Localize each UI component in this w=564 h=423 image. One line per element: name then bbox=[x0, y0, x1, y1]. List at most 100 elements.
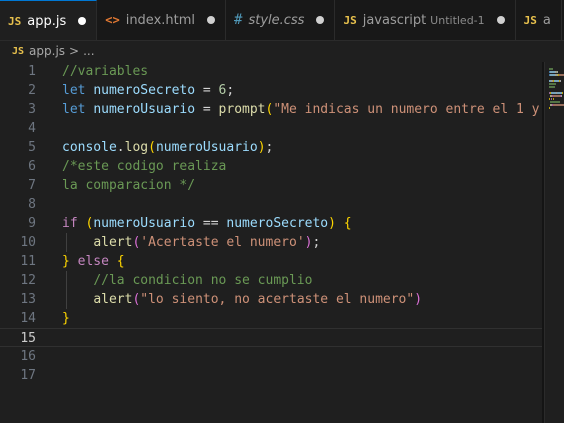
tab-label: index.html bbox=[125, 12, 196, 28]
code-line[interactable]: 4 bbox=[0, 119, 544, 138]
code-editor[interactable]: 1 //variables 2 let numeroSecreto = 6; 3 let … bbox=[0, 62, 544, 423]
code-token: } bbox=[62, 311, 70, 326]
code-token: = bbox=[195, 102, 219, 117]
code-token: la comparacion */ bbox=[62, 178, 196, 193]
minimap-token bbox=[557, 71, 558, 73]
code-token: numeroUsuario bbox=[155, 140, 258, 155]
unsaved-dot-icon[interactable] bbox=[496, 16, 505, 24]
tab-label: style.css bbox=[248, 12, 305, 28]
code-text: } else { bbox=[62, 252, 125, 271]
code-token: numeroSecreto bbox=[226, 216, 329, 231]
code-line[interactable]: 7 la comparacion */ bbox=[0, 176, 544, 195]
breadcrumb-file[interactable]: app.js bbox=[29, 44, 65, 58]
code-text: //variables bbox=[62, 62, 148, 81]
code-token: log bbox=[124, 140, 149, 155]
code-token: numeroSecreto bbox=[93, 83, 196, 98]
tab-style-css[interactable]: # style.css bbox=[226, 0, 336, 40]
code-token: ( bbox=[148, 140, 156, 155]
unsaved-dot-icon[interactable] bbox=[207, 16, 216, 24]
code-line[interactable]: 5 console.log(numeroUsuario); bbox=[0, 138, 544, 157]
code-token: else bbox=[77, 254, 109, 269]
code-token: console bbox=[62, 140, 117, 155]
code-line[interactable]: 12 //la condicion no se cumplio bbox=[0, 271, 544, 290]
code-line[interactable]: 1 //variables bbox=[0, 62, 544, 81]
code-token: numeroUsuario bbox=[93, 102, 196, 117]
minimap-token bbox=[549, 83, 556, 85]
line-number: 10 bbox=[20, 235, 36, 250]
unsaved-dot-icon[interactable] bbox=[78, 17, 87, 25]
minimap-token bbox=[549, 86, 555, 88]
line-number: 5 bbox=[28, 140, 36, 155]
line-number: 7 bbox=[28, 178, 36, 193]
code-text: la comparacion */ bbox=[62, 176, 195, 195]
code-line[interactable]: 6 /*este codigo realiza bbox=[0, 157, 544, 176]
code-line[interactable]: 3 let numeroUsuario = prompt("Me indicas … bbox=[0, 100, 544, 119]
breadcrumb-symbol[interactable]: ... bbox=[83, 44, 94, 58]
tab-label: a bbox=[542, 12, 551, 28]
code-token: if bbox=[62, 216, 86, 231]
code-line[interactable]: 14} bbox=[0, 309, 544, 328]
css-file-icon: # bbox=[234, 12, 243, 28]
code-line[interactable]: 16 bbox=[0, 347, 544, 366]
line-number: 9 bbox=[28, 216, 36, 231]
code-token: //la condicion no se cumplio bbox=[93, 273, 313, 288]
line-number: 8 bbox=[28, 197, 36, 212]
line-number: 15 bbox=[20, 331, 36, 346]
line-number: 17 bbox=[20, 368, 36, 383]
line-number: 4 bbox=[28, 121, 36, 136]
code-text: let numeroSecreto = 6; bbox=[62, 81, 234, 100]
code-token: alert bbox=[93, 292, 133, 307]
code-line[interactable]: 8 bbox=[0, 195, 544, 214]
minimap-token bbox=[560, 80, 561, 82]
code-token: 'Acertaste el numero' bbox=[140, 235, 305, 250]
code-token: ) bbox=[328, 216, 336, 231]
code-token: let bbox=[62, 102, 94, 117]
js-file-icon: JS bbox=[523, 13, 537, 27]
tab-a[interactable]: JS a bbox=[516, 0, 562, 40]
minimap-token bbox=[561, 95, 562, 97]
code-line[interactable]: 10 alert('Acertaste el numero'); bbox=[0, 233, 544, 252]
minimap-token bbox=[553, 95, 560, 97]
code-line[interactable]: 15 bbox=[0, 328, 544, 347]
minimap-token bbox=[549, 68, 553, 70]
minimap-token bbox=[549, 107, 550, 109]
code-token: "Me indicas un numero entre el 1 y el 10… bbox=[273, 102, 540, 117]
minimap-token bbox=[553, 104, 564, 106]
code-text: if (numeroUsuario == numeroSecreto) { bbox=[62, 214, 352, 233]
tab-description: Untitled-1 bbox=[430, 13, 485, 27]
code-line[interactable]: 11 } else { bbox=[0, 252, 544, 271]
code-token: . bbox=[116, 140, 125, 155]
minimap-token bbox=[553, 98, 554, 100]
line-number: 2 bbox=[28, 83, 36, 98]
line-number: 13 bbox=[20, 292, 36, 307]
line-number: 1 bbox=[28, 64, 36, 79]
minimap[interactable] bbox=[544, 62, 564, 423]
minimap-token bbox=[559, 74, 564, 76]
code-line[interactable]: 17 bbox=[0, 366, 544, 385]
code-token: "lo siento, no acertaste el numero" bbox=[140, 292, 415, 307]
code-text: } bbox=[62, 309, 70, 328]
line-number: 11 bbox=[20, 254, 36, 269]
code-token: ; bbox=[265, 140, 274, 155]
code-line[interactable]: 13 alert("lo siento, no acertaste el num… bbox=[0, 290, 544, 309]
tab-index-html[interactable]: <> index.html bbox=[97, 0, 227, 40]
code-line[interactable]: 2 let numeroSecreto = 6; bbox=[0, 81, 544, 100]
code-line[interactable]: 9 if (numeroUsuario == numeroSecreto) { bbox=[0, 214, 544, 233]
minimap-token bbox=[550, 101, 560, 103]
code-token: /*este codigo realiza bbox=[62, 159, 227, 174]
tab-app-js[interactable]: JS app.js bbox=[0, 0, 98, 40]
tab-javascript[interactable]: JS javascript Untitled-1 bbox=[335, 0, 516, 40]
code-token: ) bbox=[414, 292, 423, 307]
code-token: { bbox=[116, 254, 125, 269]
breadcrumb: JS app.js > ... bbox=[0, 41, 564, 61]
tab-label: javascript bbox=[362, 12, 427, 28]
code-token: let bbox=[62, 83, 94, 98]
code-text: //la condicion no se cumplio bbox=[62, 271, 312, 290]
unsaved-dot-icon[interactable] bbox=[316, 16, 325, 24]
line-number: 3 bbox=[28, 102, 36, 117]
